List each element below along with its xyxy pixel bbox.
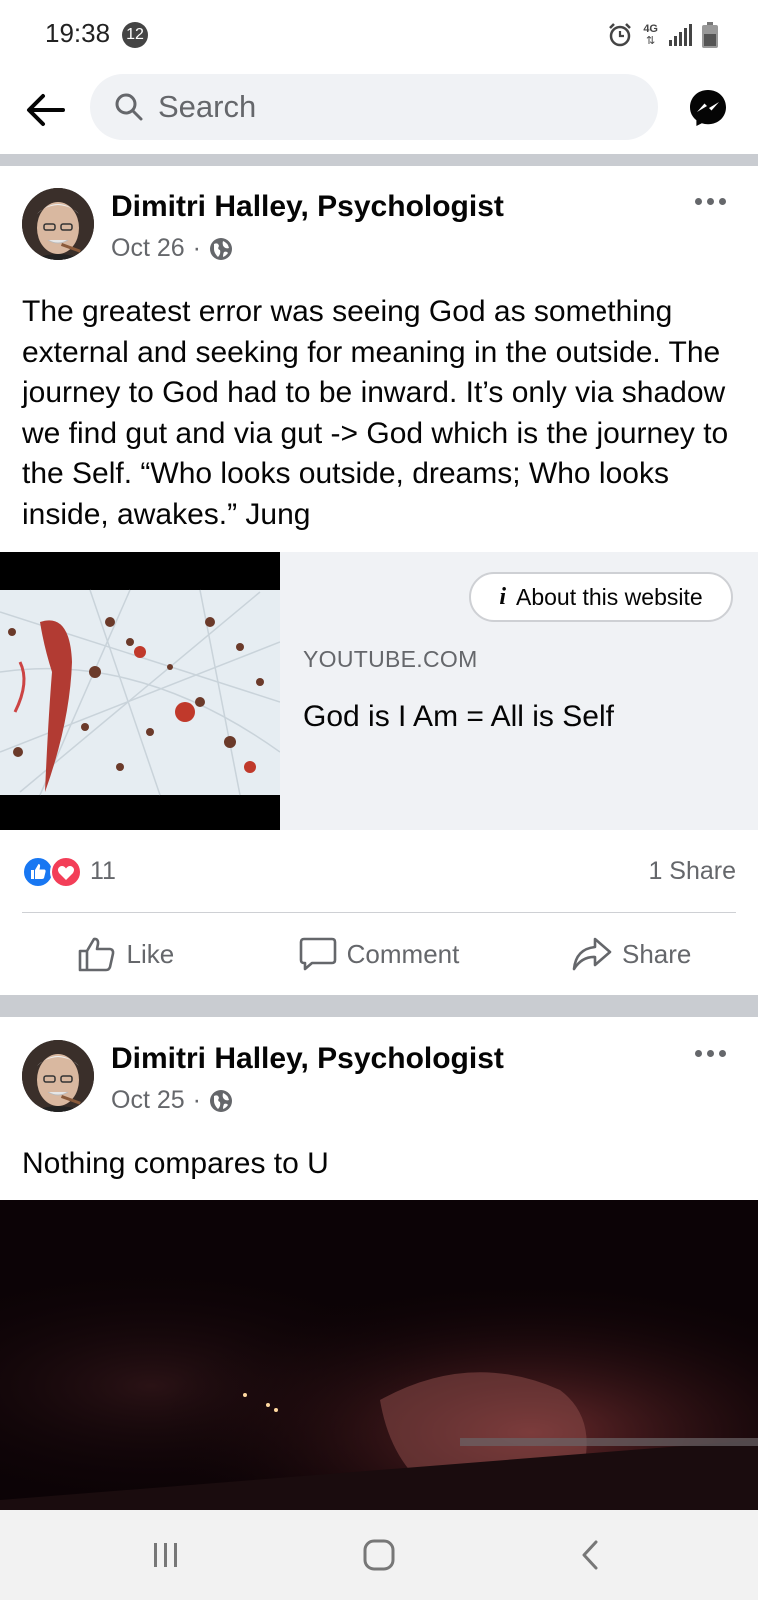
thumbnail-image	[0, 552, 280, 830]
reactions-summary[interactable]: 11 1 Share	[22, 852, 736, 892]
dot-icon	[718, 1049, 726, 1057]
status-icons: 4G ⇅	[607, 20, 718, 50]
status-time: 19:38	[45, 18, 111, 48]
comment-label: Comment	[346, 938, 460, 969]
search-placeholder: Search	[158, 89, 257, 124]
dot-icon	[694, 1049, 702, 1057]
dot-icon	[694, 197, 702, 205]
status-bar: 19:38 12 4G ⇅	[0, 0, 758, 70]
meta-separator: ·	[192, 234, 201, 262]
video-frame	[0, 1200, 758, 1510]
post-author[interactable]: Dimitri Halley, Psychologist	[111, 1042, 504, 1076]
globe-icon	[209, 237, 232, 260]
post-action-bar: Like Comment Share	[0, 914, 758, 994]
arrow-left-icon	[27, 94, 65, 126]
author-photo	[22, 1040, 94, 1112]
share-count[interactable]: 1 Share	[648, 857, 736, 886]
avatar[interactable]	[22, 1040, 94, 1112]
comment-icon	[299, 937, 336, 971]
link-preview-card[interactable]: i About this website YOUTUBE.COM God is …	[0, 552, 758, 830]
like-button[interactable]: Like	[0, 914, 253, 994]
share-label: Share	[621, 938, 692, 969]
meta-separator: ·	[192, 1086, 201, 1114]
home-icon	[363, 1539, 395, 1571]
chevron-left-icon	[582, 1540, 598, 1570]
link-thumbnail	[0, 552, 280, 830]
feed-divider	[0, 995, 758, 1017]
comment-button[interactable]: Comment	[253, 914, 506, 994]
signal-icon	[669, 24, 692, 46]
post-options-button[interactable]	[690, 186, 730, 216]
top-navigation: Search	[0, 70, 758, 154]
search-icon	[115, 93, 143, 121]
link-domain: YOUTUBE.COM	[303, 646, 478, 672]
dot-icon	[706, 1049, 714, 1057]
post-meta: Oct 25 ·	[111, 1086, 233, 1115]
about-website-label: About this website	[516, 583, 703, 610]
recent-apps-button[interactable]	[106, 1510, 226, 1600]
feed-divider	[0, 154, 758, 166]
author-photo	[22, 188, 94, 260]
post-options-button[interactable]	[690, 1038, 730, 1068]
reaction-icons	[22, 856, 82, 888]
love-reaction-icon	[50, 856, 82, 888]
video-player[interactable]	[0, 1200, 758, 1510]
share-button[interactable]: Share	[505, 914, 758, 994]
reactions-divider	[22, 912, 736, 913]
home-button[interactable]	[319, 1510, 439, 1600]
globe-icon	[209, 1089, 232, 1112]
info-icon: i	[499, 583, 506, 610]
dot-icon	[706, 197, 714, 205]
system-back-button[interactable]	[530, 1510, 650, 1600]
about-website-button[interactable]: i About this website	[469, 572, 733, 622]
alarm-icon	[609, 23, 632, 47]
system-navigation-bar	[0, 1510, 758, 1600]
post-meta: Oct 26 ·	[111, 234, 233, 263]
post-date[interactable]: Oct 26	[111, 234, 185, 263]
network-4g-icon: 4G ⇅	[643, 23, 658, 47]
back-button[interactable]	[20, 85, 70, 135]
avatar[interactable]	[22, 188, 94, 260]
messenger-button[interactable]	[686, 86, 730, 130]
messenger-icon	[690, 90, 726, 126]
thumbs-up-icon	[79, 937, 115, 972]
notification-count-badge: 12	[122, 22, 148, 48]
like-label: Like	[126, 938, 175, 969]
post-text: Nothing compares to U	[22, 1147, 329, 1180]
link-title[interactable]: God is I Am = All is Self	[303, 700, 614, 734]
search-input[interactable]: Search	[90, 74, 658, 140]
battery-icon	[702, 22, 718, 48]
recent-apps-icon	[154, 1543, 177, 1567]
share-arrow-icon	[572, 937, 612, 971]
data-arrows: ⇅	[646, 35, 656, 47]
reaction-count: 11	[90, 857, 116, 885]
dot-icon	[718, 197, 726, 205]
network-label: 4G	[643, 23, 658, 35]
post-author[interactable]: Dimitri Halley, Psychologist	[111, 190, 504, 224]
post-date[interactable]: Oct 25	[111, 1086, 185, 1115]
post-text: The greatest error was seeing God as som…	[22, 295, 729, 531]
